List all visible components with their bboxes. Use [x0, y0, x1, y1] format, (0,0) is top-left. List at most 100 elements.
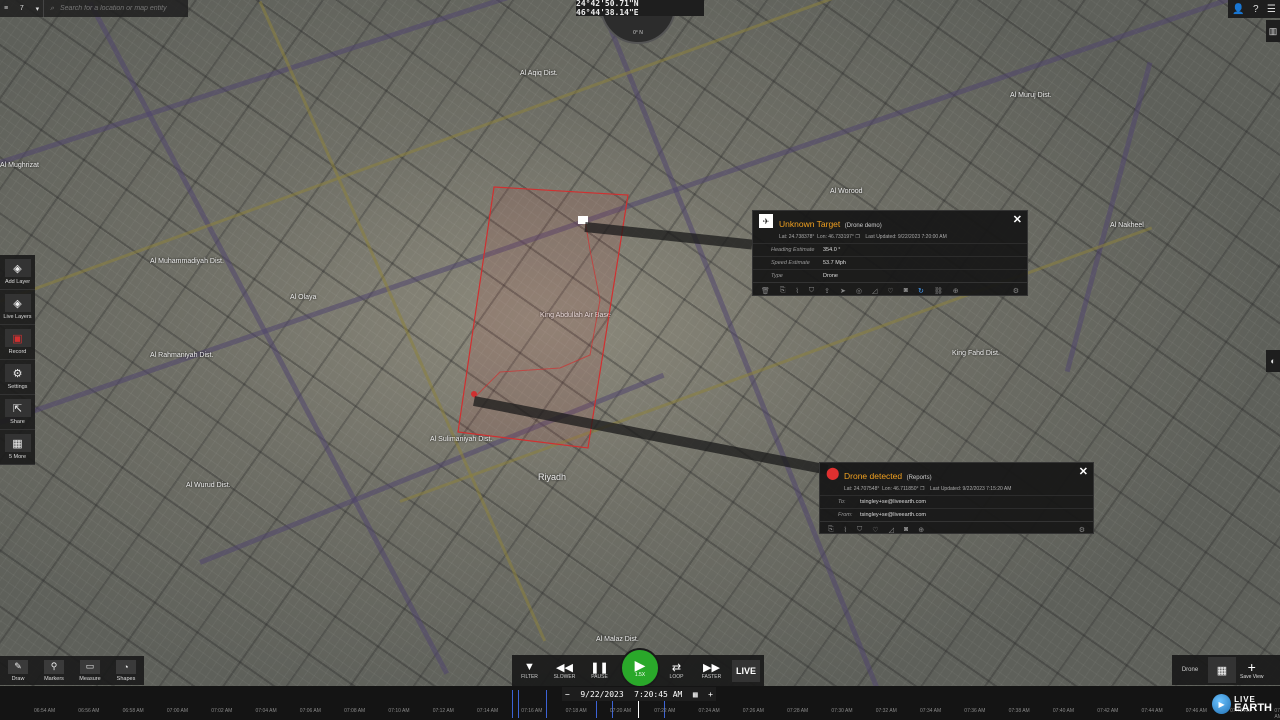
gear-icon: ⚙ [4, 364, 31, 382]
slower-button[interactable]: ◀◀ SLOWER [547, 661, 582, 680]
minus-icon[interactable]: − [565, 690, 570, 699]
timeline-event-marker[interactable] [546, 690, 547, 718]
menu-icon[interactable]: ☰ [1267, 4, 1276, 15]
link-icon[interactable]: ⛓ [934, 287, 943, 295]
sidebar-item-live-layers[interactable]: ◈ Live Layers [0, 290, 35, 325]
pause-button[interactable]: ❚❚ PAUSE [582, 661, 617, 680]
timeline-tick: 07:12 AM [432, 708, 454, 714]
gear-icon[interactable]: ⚙ [1079, 526, 1085, 534]
calendar-icon[interactable]: ▦ [693, 690, 698, 699]
sidebar-item-more[interactable]: ▦ 5 More [0, 430, 35, 465]
card-subtitle: (Reports) [906, 475, 932, 481]
measure-icon[interactable]: ◿ [889, 526, 894, 534]
plus-icon[interactable]: + [708, 690, 713, 699]
plane-icon: ✈ [759, 214, 773, 228]
card-updated: Last Updated: 9/22/2023 7:15:20 AM [929, 486, 1012, 492]
layer-selector[interactable]: ≡ 7 ▾ [0, 0, 45, 17]
timeline-event-marker[interactable] [512, 690, 513, 718]
globe-toggle-button[interactable]: ◐ [1266, 350, 1280, 372]
card-lon: Lon: 46.711850° [882, 486, 919, 492]
history-icon[interactable]: ⎘ [828, 526, 834, 534]
save-view-button[interactable]: + Save View [1240, 660, 1264, 680]
sidebar-item-label: Live Layers [3, 314, 32, 320]
sidebar-item-add-layer[interactable]: ◈ Add Layer [0, 255, 35, 290]
help-icon[interactable]: ? [1253, 4, 1259, 15]
apps-button[interactable]: ▦ [1208, 657, 1236, 683]
playback-label: FASTER [701, 674, 722, 680]
active-filter-tag[interactable]: Drone [1172, 667, 1208, 673]
close-icon[interactable]: ✕ [1079, 465, 1088, 478]
measure-button[interactable]: ▭ Measure [72, 656, 108, 685]
property-row: To: tsingley+se@liveearth.com [820, 495, 1093, 508]
grid-icon: ▦ [4, 434, 31, 452]
tool-label: Markers [44, 675, 64, 682]
timeline-event-marker[interactable] [518, 690, 519, 718]
faster-button[interactable]: ▶▶ FASTER [694, 661, 729, 680]
play-icon: ▶ [634, 657, 646, 673]
map-pin-icon: ⬤ [826, 466, 840, 480]
logo-line-2: EARTH [1234, 702, 1272, 714]
property-value: 354.0 ° [823, 247, 841, 253]
card-subtitle: (Drone demo) [844, 223, 882, 229]
draw-button[interactable]: ✎ Draw [0, 656, 36, 685]
fast-forward-icon: ▶▶ [703, 662, 720, 674]
live-layers-icon: ◈ [4, 294, 31, 312]
camera-icon[interactable]: ◙ [904, 287, 908, 295]
timeline-tick: 07:50 AM [1274, 708, 1280, 720]
compass[interactable]: 0° N [600, 16, 676, 44]
pencil-icon: ✎ [8, 659, 28, 674]
sidebar-item-record[interactable]: ▣ Record [0, 325, 35, 360]
timeline-tick: 07:30 AM [831, 708, 853, 714]
target-icon[interactable]: ◎ [856, 287, 862, 295]
property-key: To: [838, 499, 846, 505]
timeline-tick: 07:26 AM [742, 708, 764, 714]
crosshair-icon[interactable]: ⊕ [953, 287, 959, 295]
send-icon[interactable]: ➤ [840, 287, 846, 295]
history-icon[interactable]: ⎘ [780, 287, 786, 295]
heart-icon[interactable]: ♡ [887, 287, 893, 295]
attach-icon[interactable]: ⌇ [796, 287, 799, 295]
playback-label: SLOWER [553, 674, 576, 680]
property-value: 53.7 Mph [823, 260, 846, 266]
sidebar-item-label: Settings [7, 384, 28, 390]
live-button[interactable]: LIVE [732, 660, 760, 682]
timeline-tick: 06:54 AM [34, 708, 56, 714]
playback-label: LOOP [669, 674, 684, 680]
filter-icon: ▼ [524, 661, 535, 673]
play-button[interactable]: ▶ 1.5X [620, 648, 660, 688]
timeline-tick: 07:34 AM [920, 708, 942, 714]
attach-icon[interactable]: ⌇ [844, 526, 847, 534]
track-icon[interactable]: ↻ [918, 287, 924, 295]
camera-icon[interactable]: ◙ [904, 526, 908, 534]
compass-heading-label: 0° N [633, 30, 643, 36]
globe-icon: ◐ [1270, 356, 1276, 366]
delete-icon[interactable]: 🗑 [761, 287, 770, 295]
shapes-button[interactable]: ◔ Shapes [108, 656, 144, 685]
copy-icon[interactable]: ❐ [855, 234, 859, 240]
timeline-tick: 07:32 AM [875, 708, 897, 714]
satellite-map[interactable]: Al Muhammadiyah Dist. Al Rahmaniyah Dist… [0, 0, 1280, 720]
property-key: From: [838, 512, 853, 518]
legend-button[interactable]: ▥ [1266, 20, 1280, 42]
export-icon[interactable]: ⇪ [824, 287, 830, 295]
close-icon[interactable]: ✕ [1013, 213, 1022, 226]
user-icon[interactable]: 👤 [1232, 4, 1244, 15]
markers-button[interactable]: ⚲ Markers [36, 656, 72, 685]
sidebar-item-share[interactable]: ⇱ Share [0, 395, 35, 430]
timeline-time: 7:20:45 AM [634, 689, 683, 699]
record-icon: ▣ [4, 329, 31, 347]
shield-icon[interactable]: ⛉ [857, 526, 862, 534]
measure-icon[interactable]: ◿ [872, 287, 877, 295]
filter-button[interactable]: ▼ FILTER [512, 661, 547, 680]
timeline-tick: 07:00 AM [166, 708, 189, 714]
loop-button[interactable]: ⇄ LOOP [659, 661, 694, 680]
heart-icon[interactable]: ♡ [872, 526, 878, 534]
shield-icon[interactable]: ⛉ [809, 287, 814, 295]
copy-icon[interactable]: ❐ [920, 486, 924, 492]
card-title: Unknown Target [779, 219, 841, 229]
gear-icon[interactable]: ⚙ [1013, 287, 1019, 295]
property-key: Type [771, 273, 783, 279]
search-input[interactable] [58, 4, 188, 13]
sidebar-item-settings[interactable]: ⚙ Settings [0, 360, 35, 395]
crosshair-icon[interactable]: ⊕ [918, 526, 924, 534]
